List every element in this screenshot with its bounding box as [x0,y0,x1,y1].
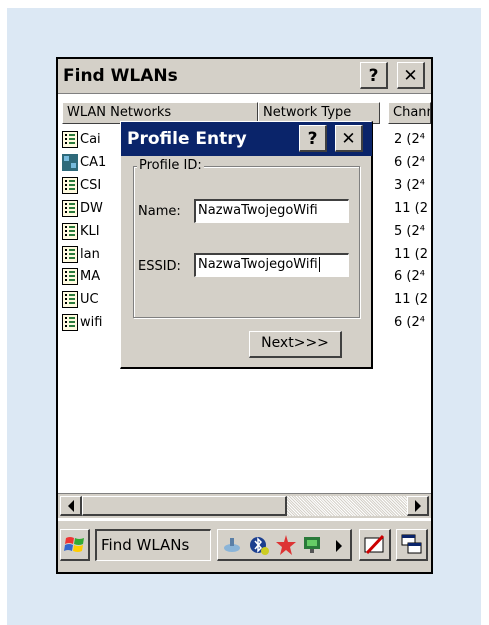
network-channel: 6 (2⁴ [394,155,425,170]
network-channel: 11 (2 [394,201,429,216]
essid-value: NazwaTwojegoWifi [198,257,318,272]
network-row[interactable]: KLI [62,221,100,243]
window-titlebar: Find WLANs ? ✕ [58,59,431,94]
network-row[interactable]: MA [62,266,100,288]
network-icon [62,246,78,263]
network-name: UC [80,292,99,307]
network-row[interactable]: CA1 [62,152,106,174]
network-channel: 5 (2⁴ [394,224,425,239]
name-label: Name: [138,204,181,219]
dialog-close-button[interactable]: ✕ [335,125,363,152]
network-channel: 2 (2⁴ [394,132,425,147]
network-channel: 11 (2 [394,292,429,307]
network-name: DW [80,201,103,216]
network-name: wifi [80,315,103,330]
horizontal-scrollbar[interactable] [58,493,431,518]
scroll-thumb[interactable] [82,496,287,516]
network-row[interactable]: UC [62,289,99,311]
windows-flag-icon [64,537,84,552]
start-button[interactable] [60,529,90,561]
dialog-titlebar: Profile Entry ? ✕ [121,122,372,156]
scroll-left-button[interactable] [60,496,82,516]
network-icon-adhoc [62,154,78,171]
network-name: CSI [80,178,102,193]
bluetooth-icon[interactable] [248,534,270,556]
connection-icon[interactable] [222,535,242,555]
network-icon [62,314,78,331]
sync-icon[interactable] [275,534,297,556]
network-channel: 3 (2⁴ [394,178,425,193]
network-status-icon[interactable] [302,534,326,556]
text-caret [318,257,320,272]
network-channel: 6 (2⁴ [394,269,425,284]
network-name: lan [80,247,100,262]
network-icon [62,177,78,194]
network-row[interactable]: lan [62,244,100,266]
screen: Find WLANs ? ✕ WLAN Networks Network Typ… [58,59,431,572]
system-tray [217,529,352,561]
taskbar: Find WLANs [58,519,431,572]
network-icon [62,268,78,285]
network-name: KLI [80,224,100,239]
window-title: Find WLANs [63,66,178,86]
network-row[interactable]: Cai [62,129,101,151]
column-label: WLAN Networks [67,105,172,120]
switch-windows-button[interactable] [396,529,428,561]
profile-id-group [133,166,360,318]
scroll-right-button[interactable] [407,496,429,516]
network-name: MA [80,269,101,284]
essid-label: ESSID: [138,259,181,274]
network-icon [62,291,78,308]
dialog-title: Profile Entry [127,129,247,149]
network-name: Cai [80,132,101,147]
column-label: Channel [393,105,430,120]
pen-input-icon [364,534,385,555]
essid-field[interactable]: NazwaTwojegoWifi [194,253,349,277]
taskbar-task-find-wlans[interactable]: Find WLANs [95,529,211,561]
network-icon [62,200,78,217]
network-icon [62,223,78,240]
input-panel-button[interactable] [359,529,391,561]
network-row[interactable]: DW [62,198,103,220]
network-channel: 6 (2⁴ [394,315,425,330]
network-channel: 11 (2 [394,247,429,262]
close-button[interactable]: ✕ [397,62,425,89]
device-frame: Find WLANs ? ✕ WLAN Networks Network Typ… [56,57,433,574]
network-row[interactable]: CSI [62,175,101,197]
network-icon [62,131,78,148]
name-value: NazwaTwojegoWifi [198,203,318,218]
dialog-help-button[interactable]: ? [299,125,327,152]
windows-stack-icon [401,534,422,554]
profile-entry-dialog: Profile Entry ? ✕ Profile ID: Name: Nazw… [120,121,373,369]
network-name: CA1 [80,155,107,170]
column-header-channel[interactable]: Channel [388,102,431,124]
name-field[interactable]: NazwaTwojegoWifi [194,199,349,223]
profile-id-legend: Profile ID: [137,158,204,173]
network-row[interactable]: wifi [62,312,102,334]
help-button[interactable]: ? [360,62,388,89]
tray-expand-icon[interactable] [336,540,344,552]
column-label: Network Type [263,105,352,120]
next-button[interactable]: Next>>> [249,331,342,358]
task-label: Find WLANs [101,536,190,554]
